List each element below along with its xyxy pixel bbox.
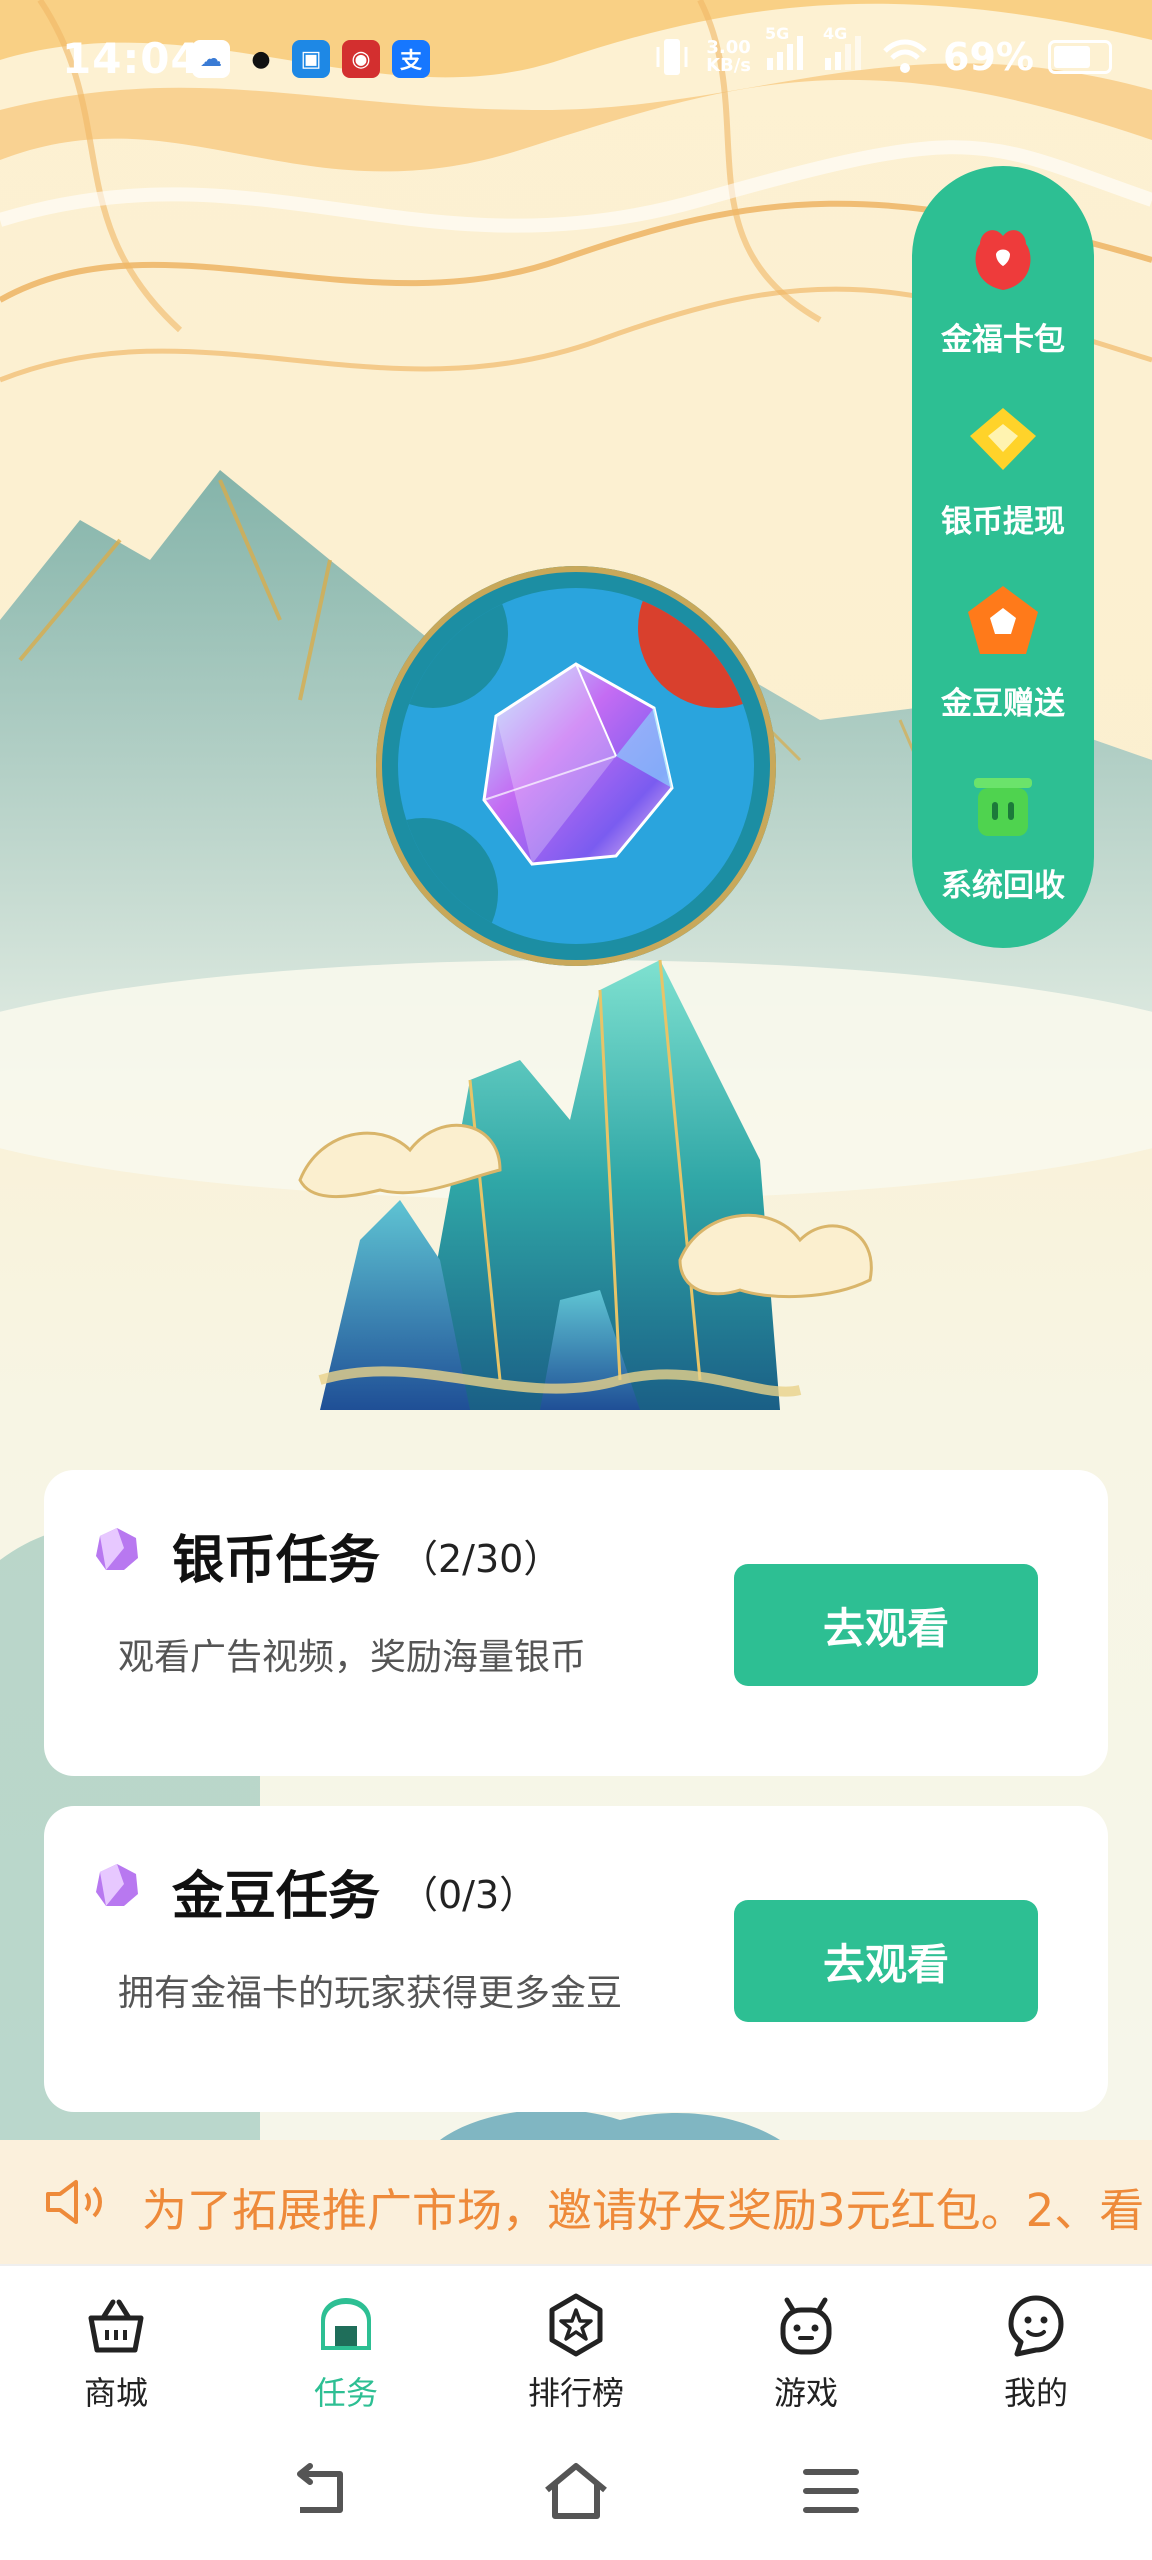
red-pouch-icon xyxy=(960,214,1046,300)
signal-5g: 5G xyxy=(765,24,809,79)
side-item-label: 系统回收 xyxy=(941,868,1065,904)
nav-item-profile[interactable]: 我的 xyxy=(956,2292,1116,2414)
announcement-text: 为了拓展推广市场，邀请好友奖励3元红包。2、看 xyxy=(142,2184,1145,2237)
signal-4g: 4G xyxy=(823,24,867,79)
task-description: 观看广告视频，奖励海量银币 xyxy=(118,1637,587,1678)
nav-label: 排行榜 xyxy=(527,2374,624,2412)
orange-pentagon-icon xyxy=(960,578,1046,664)
crystal-gem-icon xyxy=(482,662,674,866)
system-nav-bar xyxy=(0,2424,1152,2560)
star-badge-icon xyxy=(549,2293,603,2357)
task-title: 银币任务 xyxy=(172,1531,381,1591)
alipay-icon: 支 xyxy=(392,40,430,78)
side-menu: 金福卡包 银币提现 金豆赠送 系统回收 xyxy=(912,166,1094,948)
signal-label-5g: 5G xyxy=(765,24,790,43)
signal-label-4g: 4G xyxy=(823,24,848,43)
nav-item-ranking[interactable]: 排行榜 xyxy=(496,2292,656,2414)
yellow-diamond-icon xyxy=(960,396,1046,482)
task-house-icon xyxy=(321,2298,371,2350)
gem-icon xyxy=(96,1864,138,1906)
bank-app-icon: ◉ xyxy=(342,40,380,78)
home-icon[interactable] xyxy=(541,2462,611,2520)
nav-item-tasks[interactable]: 任务 xyxy=(266,2292,426,2414)
side-item-recycle[interactable]: 系统回收 xyxy=(912,760,1094,905)
menu-icon[interactable] xyxy=(796,2462,866,2520)
announcement-marquee[interactable]: 为了拓展推广市场，邀请好友奖励3元红包。2、看 xyxy=(0,2140,1152,2264)
chat-app-icon: ▣ xyxy=(292,40,330,78)
battery-fill xyxy=(1054,45,1090,68)
task-description: 拥有金福卡的玩家获得更多金豆 xyxy=(118,1973,623,2014)
gem-icon xyxy=(96,1528,138,1570)
cloud-app-icon: ☁ xyxy=(192,40,230,78)
nav-label: 我的 xyxy=(1003,2374,1068,2412)
side-item-gift-beans[interactable]: 金豆赠送 xyxy=(912,578,1094,723)
vibrate-icon xyxy=(656,38,688,75)
status-indicators: 3.00 KB/s 5G 4G 69% xyxy=(652,24,1112,79)
battery-percent: 69% xyxy=(943,34,1034,79)
watch-ad-button[interactable]: 去观看 xyxy=(734,1564,1038,1686)
wifi-icon xyxy=(883,39,927,73)
nav-label: 游戏 xyxy=(773,2374,838,2412)
green-trash-icon xyxy=(960,760,1046,846)
qq-penguin-icon: ● xyxy=(251,46,271,72)
gem-emblem-inner xyxy=(398,588,754,944)
side-item-label: 金豆赠送 xyxy=(941,686,1065,722)
status-time: 14:04 xyxy=(62,34,201,83)
network-speed: 3.00 KB/s xyxy=(706,36,752,76)
net-speed-unit: KB/s xyxy=(706,54,752,76)
task-card-silver: 银币任务 （2/30） 观看广告视频，奖励海量银币 去观看 xyxy=(44,1470,1108,1776)
side-item-withdraw[interactable]: 银币提现 xyxy=(912,396,1094,541)
speaker-icon xyxy=(46,2180,102,2224)
task-card-gold: 金豆任务 （0/3） 拥有金福卡的玩家获得更多金豆 去观看 xyxy=(44,1806,1108,2112)
status-app-icons: ☁ ● ▣ ◉ 支 xyxy=(192,40,430,78)
task-title: 金豆任务 xyxy=(172,1867,381,1927)
back-icon[interactable] xyxy=(286,2462,356,2520)
nav-label: 任务 xyxy=(313,2374,378,2412)
nav-item-mall[interactable]: 商城 xyxy=(36,2292,196,2414)
profile-face-icon xyxy=(1008,2295,1064,2357)
task-progress: （0/3） xyxy=(400,1873,538,1917)
task-progress: （2/30） xyxy=(400,1537,562,1581)
game-robot-icon xyxy=(780,2297,832,2355)
basket-icon xyxy=(88,2299,144,2353)
nav-label: 商城 xyxy=(83,2374,148,2412)
gem-emblem xyxy=(376,566,776,966)
side-item-label: 银币提现 xyxy=(941,504,1065,540)
watch-ad-button[interactable]: 去观看 xyxy=(734,1900,1038,2022)
side-item-card-wallet[interactable]: 金福卡包 xyxy=(912,214,1094,359)
status-bar: 14:04 ☁ ● ▣ ◉ 支 3.00 KB/s 5G 4G 69% xyxy=(0,0,1152,120)
battery-icon xyxy=(1048,39,1112,74)
nav-item-games[interactable]: 游戏 xyxy=(726,2292,886,2414)
side-item-label: 金福卡包 xyxy=(941,322,1065,358)
net-speed-value: 3.00 xyxy=(706,36,751,58)
bottom-nav: 商城 任务 排行榜 游戏 我的 xyxy=(0,2264,1152,2426)
